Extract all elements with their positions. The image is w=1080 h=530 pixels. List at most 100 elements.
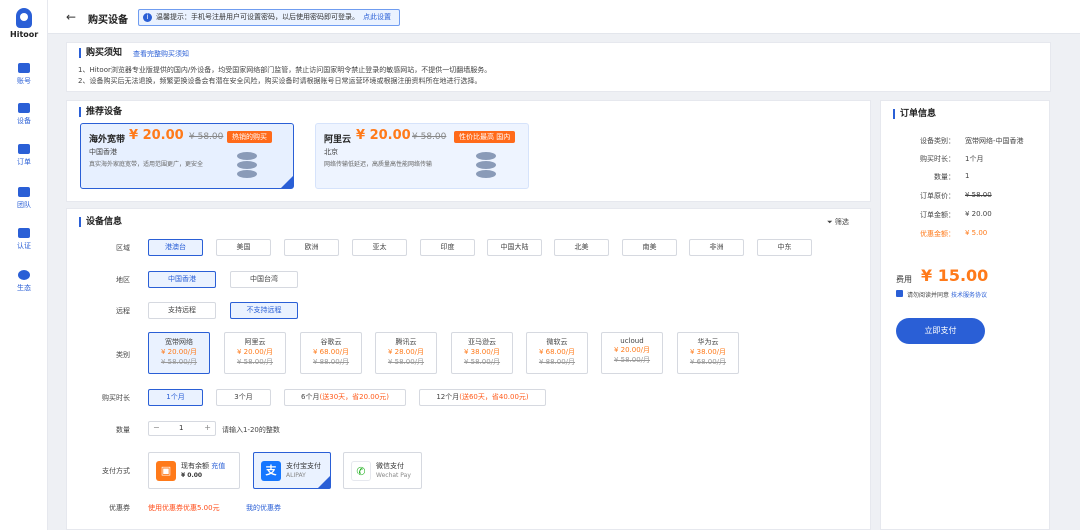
pay-name: 支付宝支付 <box>286 462 321 470</box>
type-label: 类别 <box>116 351 130 359</box>
zone-option[interactable]: 美国 <box>216 239 271 256</box>
fee-label: 费用 <box>896 275 912 284</box>
zone-option[interactable]: 非洲 <box>689 239 744 256</box>
rec-badge: 热销的购买 <box>227 131 272 143</box>
area-option[interactable]: 中国台湾 <box>230 271 298 288</box>
type-name: 亚马逊云 <box>468 338 496 346</box>
filter-button[interactable]: ⏷ 筛选 <box>827 217 849 227</box>
nav-orders[interactable]: 订单 <box>0 144 48 167</box>
rec-price: ¥ 20.00 <box>356 128 411 143</box>
zone-option[interactable]: 中东 <box>757 239 812 256</box>
order-key: 订单金额： <box>920 211 955 219</box>
recharge-link[interactable]: 充值 <box>211 462 225 470</box>
area-option[interactable]: 中国香港 <box>148 271 216 288</box>
type-price: ¥ 20.00/月 <box>613 346 651 354</box>
nav-team[interactable]: 团队 <box>0 187 48 210</box>
order-icon <box>18 144 30 154</box>
zone-option[interactable]: 欧洲 <box>284 239 339 256</box>
nav-label: 账号 <box>17 77 31 85</box>
zone-option[interactable]: 中国大陆 <box>487 239 542 256</box>
pay-balance[interactable]: ▣ 现有余额 充值 ¥ 0.00 <box>148 452 240 489</box>
order-value: ¥ 58.00 <box>965 191 992 199</box>
order-key: 数量： <box>934 173 955 181</box>
user-icon <box>18 63 30 73</box>
info-icon: i <box>143 13 152 22</box>
nav-verify[interactable]: 认证 <box>0 228 48 251</box>
type-old-price: ¥ 58.00/月 <box>387 358 425 366</box>
zone-option[interactable]: 港澳台 <box>148 239 203 256</box>
type-option[interactable]: 亚马逊云 ¥ 38.00/月 ¥ 58.00/月 <box>451 332 513 374</box>
back-arrow-icon[interactable]: ← <box>66 10 76 24</box>
duration-option[interactable]: 1个月 <box>148 389 203 406</box>
duration-option[interactable]: 6个月(送30天，省20.00元) <box>284 389 406 406</box>
remote-label: 远程 <box>116 307 130 315</box>
plus-icon[interactable]: + <box>204 423 211 432</box>
pay-alipay[interactable]: 支支付宝支付 ALIPAY <box>253 452 331 489</box>
remote-option[interactable]: 支持远程 <box>148 302 216 319</box>
rec-price: ¥ 20.00 <box>129 128 184 143</box>
wallet-icon: ▣ <box>156 461 176 481</box>
type-option[interactable]: 阿里云 ¥ 20.00/月 ¥ 58.00/月 <box>224 332 286 374</box>
order-key: 订单原价： <box>920 192 955 200</box>
nav-label: 设备 <box>17 117 31 125</box>
pay-sub: ALIPAY <box>286 472 306 479</box>
coupon-discount[interactable]: 使用优惠券优惠5.00元 <box>148 503 220 513</box>
type-option[interactable]: 华为云 ¥ 38.00/月 ¥ 68.00/月 <box>677 332 739 374</box>
coupon-label: 优惠券 <box>109 504 130 512</box>
top-bar: ← 购买设备 i 温馨提示：手机号注册用户可设置密码，以后使用密码即可登录。 点此设… <box>48 0 1080 34</box>
verify-icon <box>18 228 30 238</box>
rec-name: 海外宽带 <box>89 135 126 145</box>
qty-hint: 请输入1-20的整数 <box>222 426 280 434</box>
type-price: ¥ 20.00/月 <box>236 348 274 356</box>
quantity-stepper: − 1 + <box>148 421 216 436</box>
pay-now-button[interactable]: 立即支付 <box>896 318 985 344</box>
fee-amount: ¥ 15.00 <box>921 266 989 285</box>
hitoor-logo[interactable]: Hitoor <box>10 8 38 39</box>
agree-text: 请勿阅读并同意 技术服务协议 <box>907 290 987 299</box>
filter-label: 筛选 <box>834 218 849 226</box>
type-option[interactable]: 宽带网络 ¥ 20.00/月 ¥ 58.00/月 <box>148 332 210 374</box>
page-title: 购买设备 <box>88 15 128 26</box>
type-option[interactable]: 微软云 ¥ 68.00/月 ¥ 88.00/月 <box>526 332 588 374</box>
pay-wechat[interactable]: ✆ 微信支付 Wechat Pay <box>343 452 422 489</box>
rec-region: 北京 <box>324 148 338 156</box>
area-label: 地区 <box>116 276 130 284</box>
qty-value[interactable]: 1 <box>179 424 183 432</box>
type-option[interactable]: 谷歌云 ¥ 68.00/月 ¥ 88.00/月 <box>300 332 362 374</box>
set-password-link[interactable]: 点此设置 <box>363 10 391 25</box>
nav-devices[interactable]: 设备 <box>0 103 48 126</box>
zone-option[interactable]: 亚太 <box>352 239 407 256</box>
recommend-item[interactable]: 阿里云 ¥ 20.00 ¥ 58.00 性价比最高 国内 北京 网络传输低延迟，… <box>315 123 529 189</box>
zone-option[interactable]: 印度 <box>420 239 475 256</box>
minus-icon[interactable]: − <box>153 423 160 432</box>
my-coupons-link[interactable]: 我的优惠券 <box>246 503 281 513</box>
type-old-price: ¥ 68.00/月 <box>689 358 727 366</box>
nav-account[interactable]: 账号 <box>0 63 48 86</box>
duration-text: 1个月 <box>166 393 185 401</box>
nav-ecosystem[interactable]: 生态 <box>0 270 48 293</box>
rec-region: 中国香港 <box>89 148 117 156</box>
monitor-icon <box>18 103 30 113</box>
pay-sub: Wechat Pay <box>376 472 411 479</box>
type-option[interactable]: ucloud ¥ 20.00/月 ¥ 58.00/月 <box>601 332 663 374</box>
recommend-item[interactable]: 海外宽带 ¥ 20.00 ¥ 58.00 热销的购买 中国香港 真实海外家庭宽带… <box>80 123 294 189</box>
filter-icon: ⏷ <box>827 218 835 226</box>
duration-option[interactable]: 3个月 <box>216 389 271 406</box>
zone-option[interactable]: 北美 <box>554 239 609 256</box>
duration-option[interactable]: 12个月(送60天，省40.00元) <box>419 389 546 406</box>
nav-label: 认证 <box>17 242 31 250</box>
type-name: 微软云 <box>546 338 568 346</box>
type-price: ¥ 28.00/月 <box>387 348 425 356</box>
agree-checkbox[interactable] <box>896 290 903 297</box>
server-icon <box>237 152 259 182</box>
order-value: ¥ 20.00 <box>965 210 992 218</box>
logo-icon <box>16 8 32 28</box>
type-option[interactable]: 腾讯云 ¥ 28.00/月 ¥ 58.00/月 <box>375 332 437 374</box>
rec-desc: 网络传输低延迟，高质量高性能网络传输 <box>324 161 433 168</box>
agreement-link[interactable]: 技术服务协议 <box>951 292 987 299</box>
order-value: 1个月 <box>965 155 984 163</box>
remote-option[interactable]: 不支持远程 <box>230 302 298 319</box>
notice-link[interactable]: 查看完整购买须知 <box>133 49 189 59</box>
order-key: 设备类别： <box>920 137 955 145</box>
zone-option[interactable]: 南美 <box>622 239 677 256</box>
